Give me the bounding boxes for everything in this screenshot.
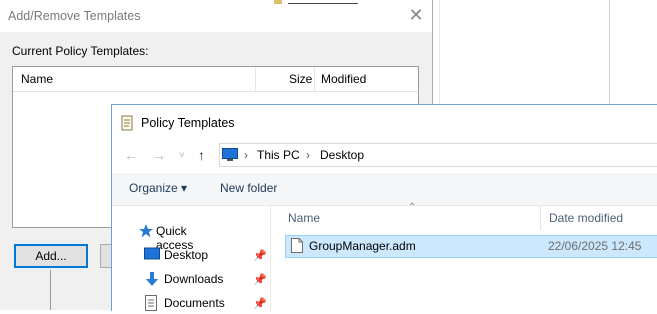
recent-locations-icon[interactable]: ˅ xyxy=(179,150,185,161)
computer-icon xyxy=(222,148,238,164)
current-templates-label: Current Policy Templates: xyxy=(12,44,149,58)
download-icon xyxy=(144,271,160,287)
file-icon xyxy=(291,238,303,256)
navigation-bar: ← → ˅ ↑ › This PC › Desktop xyxy=(112,139,657,171)
dialog-title: Policy Templates xyxy=(141,116,235,130)
nav-item-label: Documents xyxy=(164,296,225,310)
scroll-icon xyxy=(120,115,134,134)
sort-caret-icon: ⌃ xyxy=(408,202,417,213)
pin-icon[interactable]: 📌 xyxy=(253,249,267,262)
column-divider[interactable] xyxy=(255,67,256,91)
pin-icon[interactable]: 📌 xyxy=(253,273,267,286)
dialog-titlebar[interactable]: Add/Remove Templates ✕ xyxy=(0,0,432,32)
file-row[interactable]: GroupManager.adm 22/06/2025 12:45 xyxy=(285,235,657,258)
column-divider[interactable] xyxy=(314,67,315,91)
desktop-icon xyxy=(144,247,160,263)
breadcrumb-separator: › xyxy=(306,148,310,162)
add-button[interactable]: Add... xyxy=(14,244,88,268)
new-folder-button[interactable]: New folder xyxy=(220,181,277,195)
column-divider[interactable] xyxy=(540,206,541,230)
list-header: Name Size Modified xyxy=(13,67,418,92)
close-icon[interactable]: ✕ xyxy=(408,6,424,24)
divider xyxy=(50,270,51,310)
column-modified[interactable]: Modified xyxy=(321,72,366,86)
background-item xyxy=(274,0,364,4)
file-list-header: ⌃ Name Date modified xyxy=(271,202,657,230)
column-size[interactable]: Size xyxy=(289,72,312,86)
organize-button[interactable]: Organize ▾ xyxy=(129,181,187,195)
breadcrumb-separator: › xyxy=(244,148,248,162)
navigation-pane: Quick access Desktop 📌 Downloads 📌 Docum… xyxy=(112,206,271,311)
nav-item-label: Downloads xyxy=(164,272,224,286)
breadcrumb-desktop[interactable]: Desktop xyxy=(320,148,364,162)
column-name[interactable]: Name xyxy=(288,211,320,225)
file-list[interactable]: ⌃ Name Date modified GroupManager.adm 22… xyxy=(271,202,657,311)
breadcrumb-this-pc[interactable]: This PC xyxy=(257,148,300,162)
column-date-modified[interactable]: Date modified xyxy=(549,211,623,225)
column-name[interactable]: Name xyxy=(21,72,53,86)
document-icon xyxy=(144,295,160,311)
policy-templates-dialog: Policy Templates ← → ˅ ↑ › This PC › Des… xyxy=(111,104,657,311)
nav-item-label: Desktop xyxy=(164,248,209,262)
address-bar[interactable]: › This PC › Desktop xyxy=(219,143,657,167)
file-date-modified: 22/06/2025 12:45 xyxy=(548,239,642,253)
dialog-title: Add/Remove Templates xyxy=(8,9,141,23)
back-icon[interactable]: ← xyxy=(124,147,138,163)
forward-icon[interactable]: → xyxy=(152,147,166,163)
up-icon[interactable]: ↑ xyxy=(198,147,205,163)
dialog-titlebar[interactable]: Policy Templates xyxy=(112,105,657,139)
star-icon xyxy=(138,223,154,239)
pin-icon[interactable]: 📌 xyxy=(253,297,267,310)
command-toolbar: Organize ▾ New folder xyxy=(112,173,657,206)
file-name: GroupManager.adm xyxy=(309,239,416,253)
